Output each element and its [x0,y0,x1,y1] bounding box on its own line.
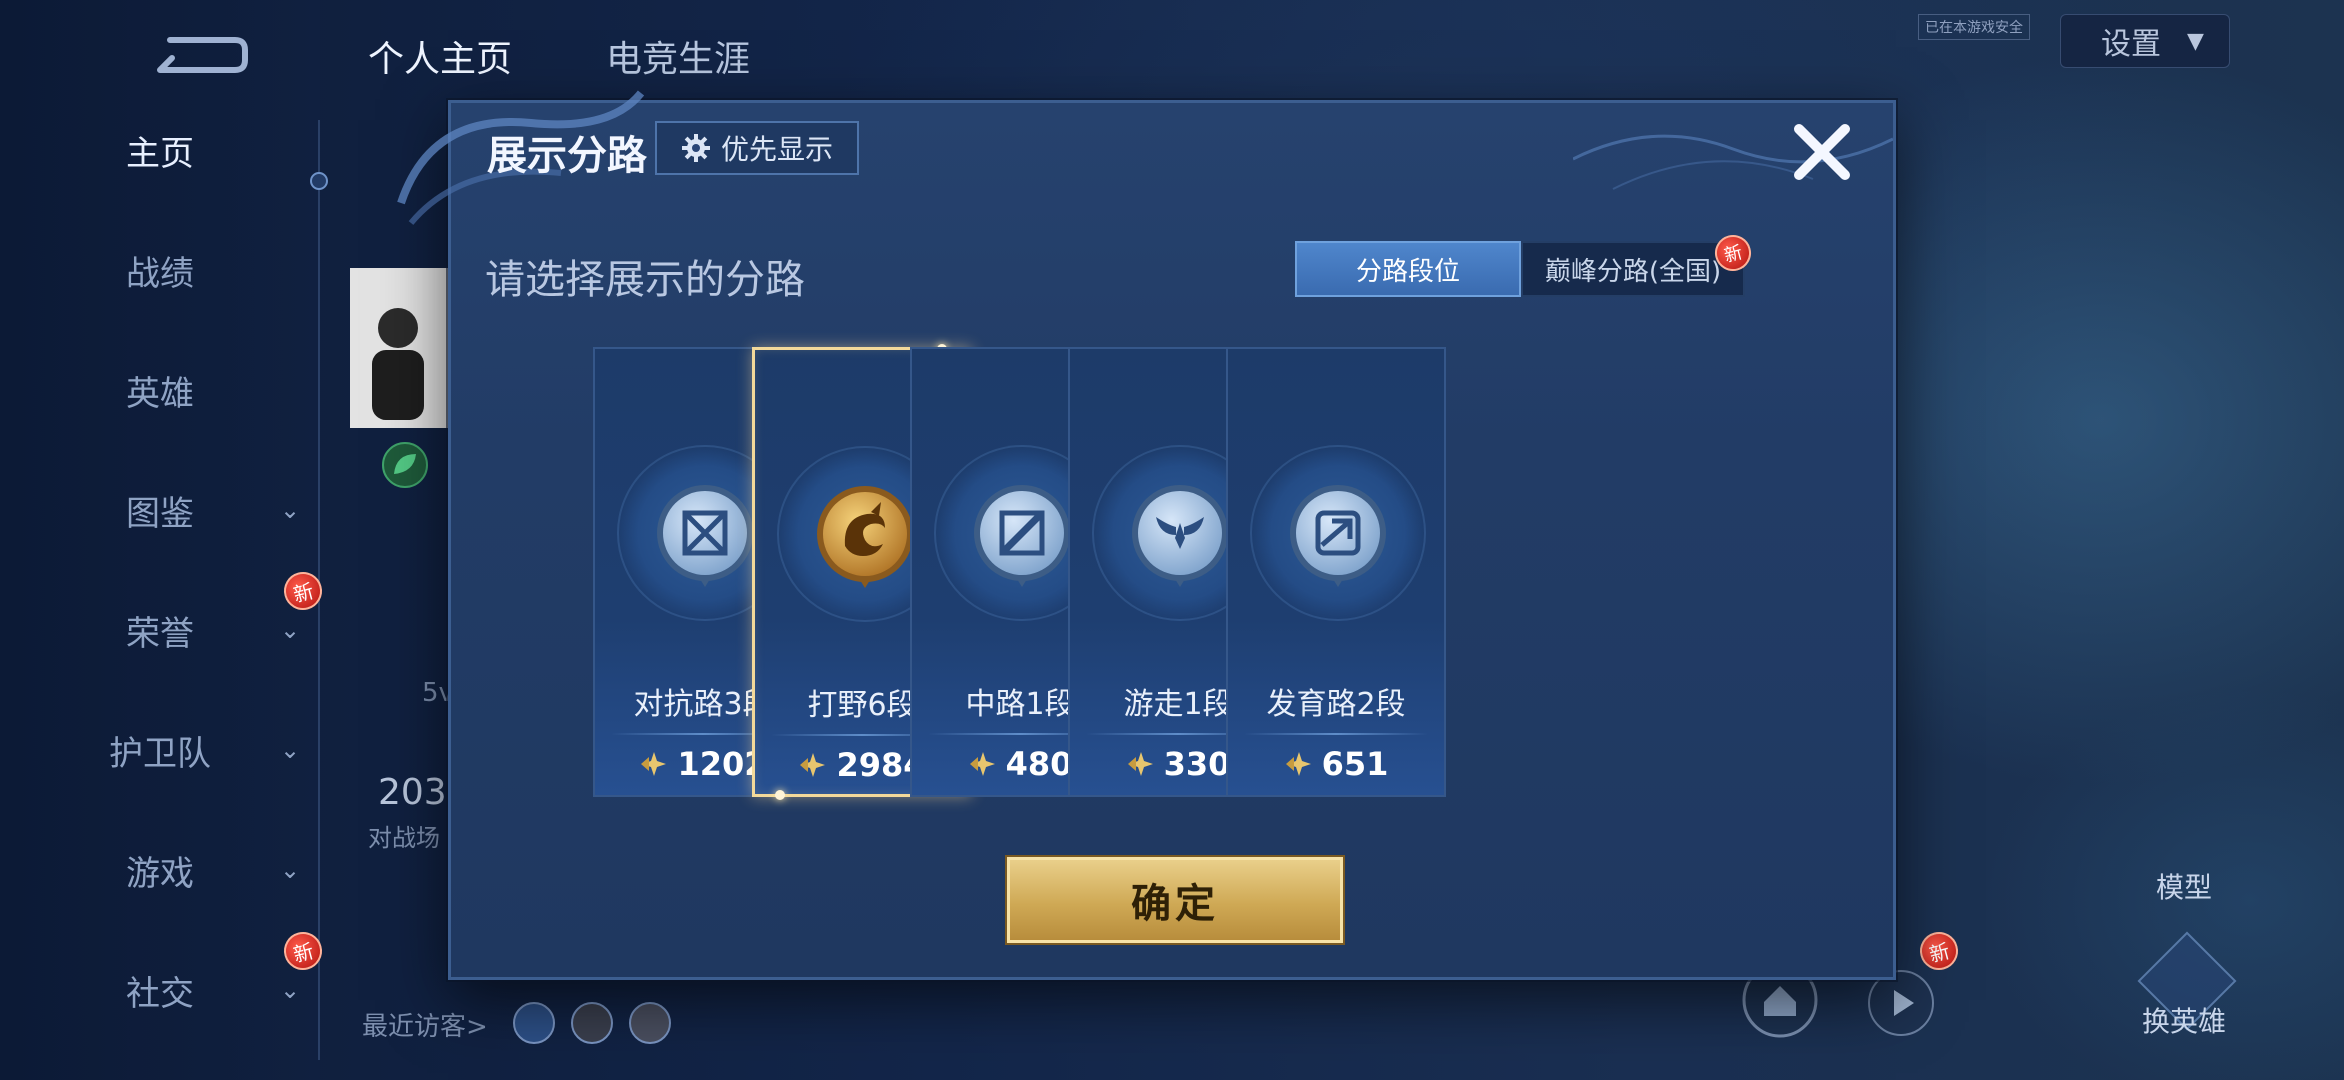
recent-visitors-link[interactable]: 最近访客> [362,1006,488,1043]
points-icon [1127,752,1153,776]
sidebar-item-2[interactable]: 英雄 [0,360,320,420]
sidebar-item-label: 图鉴 [126,493,194,534]
avatar[interactable] [350,268,450,428]
leaf-icon [382,442,428,488]
tab-peak-lane[interactable]: 巅峰分路(全国) 新 [1521,230,1756,297]
sidebar-item-0[interactable]: 主页 [0,120,320,180]
dialog-title: 展示分路 [487,133,647,179]
close-icon[interactable] [1787,117,1857,187]
lane-score-value: 330 [1163,745,1231,783]
chevron-down-icon: ⌄ [280,736,301,764]
sidebar-item-4[interactable]: 荣誉 ⌄ [0,600,320,660]
sidebar-item-5[interactable]: 护卫队 ⌄ [0,720,320,780]
settings-label: 设置 [2101,27,2161,62]
sidebar-item-label: 荣誉 [126,613,194,654]
settings-dropdown[interactable]: 设置 ▼ [2060,14,2230,68]
tab-esports-career[interactable]: 电竞生涯 [606,30,750,82]
game-screen: 主页 战绩 英雄 图鉴 ⌄ 荣誉 ⌄ 新护卫队 ⌄ 游戏 ⌄ 社交 ⌄ 新 个人主页 电竞生涯 已在本游戏… [0,0,2344,1080]
gold-dragon-icon [815,484,915,592]
back-icon[interactable] [150,30,250,80]
priority-display-button[interactable]: 优先显示 [655,121,859,175]
points-icon [800,753,826,777]
sidebar-item-label: 社交 [126,973,194,1014]
sidebar-item-3[interactable]: 图鉴 ⌄ [0,480,320,540]
lane-score-value: 480 [1005,745,1073,783]
tab-lane-rank[interactable]: 分路段位 [1295,241,1521,297]
points-icon [969,752,995,776]
sidebar-item-6[interactable]: 游戏 ⌄ [0,840,320,900]
chevron-down-icon: ⌄ [280,976,301,1004]
tab-lane-rank-label: 分路段位 [1355,256,1460,287]
priority-display-label: 优先显示 [720,133,833,166]
points-icon [1285,752,1311,776]
gear-icon [681,134,710,162]
lane-display-dialog: 展示分路 优先显示 请选择展示的分路 分路段位 巅峰分路(全国) 新 对抗路3段… [397,90,1896,980]
silver-wings-icon [1130,483,1230,591]
sidebar-item-label: 护卫队 [109,733,211,774]
lane-score: 651 [1228,745,1444,783]
switch-hero-label[interactable]: 换英雄 [2142,1000,2226,1040]
visitor-avatars-icon[interactable] [510,1000,680,1046]
avatar-figure-icon [350,268,450,428]
sidebar-item-label: 英雄 [126,373,194,414]
points-icon [641,752,667,776]
chevron-down-icon: ▼ [2187,28,2204,54]
corner-sparkle [775,790,785,800]
sidebar-item-1[interactable]: 战绩 [0,240,320,300]
chevron-down-icon: ⌄ [280,856,301,884]
chevron-down-icon: ⌄ [280,616,301,644]
model-label[interactable]: 模型 [2156,866,2212,906]
sidebar-item-label: 主页 [126,133,194,174]
chevron-down-icon: ⌄ [280,496,301,524]
lane-score-value: 651 [1321,745,1389,783]
confirm-button[interactable]: 确定 [1007,857,1343,943]
silver-arrow-icon [1288,483,1388,591]
silver-swords-icon [655,483,755,591]
bg-stat-value: 203 [378,772,447,813]
sidebar-item-label: 战绩 [126,253,194,294]
lane-name: 发育路2段 [1266,687,1406,722]
confirm-label: 确定 [1131,881,1219,927]
sidebar-item-7[interactable]: 社交 ⌄ [0,960,320,1020]
tab-peak-lane-label: 巅峰分路(全国) [1544,256,1722,287]
lane-card[interactable]: 发育路2段 651 [1226,347,1446,797]
sidebar-item-label: 游戏 [126,853,194,894]
security-tag: 已在本游戏安全 [1918,14,2030,40]
silver-staff-icon [972,483,1072,591]
dialog-subtitle: 请选择展示的分路 [485,257,805,303]
tab-personal-home[interactable]: 个人主页 [368,30,512,82]
divider [1244,733,1428,735]
bg-stat-caption: 对战场 [368,824,440,852]
